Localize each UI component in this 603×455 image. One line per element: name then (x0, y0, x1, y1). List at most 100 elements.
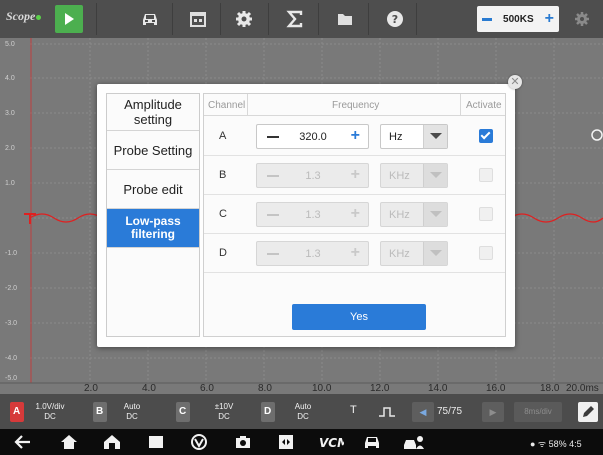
channel-d-tag[interactable]: D (261, 402, 275, 422)
play-button[interactable] (55, 5, 83, 33)
logo-dot-icon (36, 15, 42, 20)
menu-item-probe-setting[interactable]: Probe Setting (107, 131, 199, 170)
edit-button[interactable] (578, 402, 598, 422)
frequency-value[interactable]: 1.3 (285, 170, 341, 182)
channel-a-tag[interactable]: A (10, 402, 24, 422)
increase-button[interactable]: + (351, 245, 360, 261)
menu-item-label: Probe edit (123, 181, 183, 197)
header-frequency: Frequency (332, 100, 380, 111)
table-header: Channel Frequency Activate (204, 94, 505, 116)
row-divider (204, 272, 505, 273)
sigma-icon (286, 10, 303, 28)
frequency-stepper: 1.3 + (256, 163, 369, 188)
x-tick-label: 14.0 (428, 383, 448, 394)
dropdown-toggle[interactable] (423, 203, 447, 226)
increase-button[interactable]: + (351, 167, 360, 183)
rate-decrease-button[interactable] (482, 17, 492, 21)
frequency-value[interactable]: 1.3 (285, 209, 341, 221)
dropdown-toggle[interactable] (423, 164, 447, 187)
channel-label: C (219, 208, 227, 220)
frequency-value[interactable]: 320.0 (285, 131, 341, 143)
x-tick-label: 2.0 (84, 383, 98, 394)
close-dialog-button[interactable]: ✕ (508, 75, 522, 89)
decrease-button[interactable] (267, 214, 279, 216)
vehicle-button[interactable] (136, 5, 164, 33)
help-button[interactable]: ? (381, 5, 409, 33)
table-row: A 320.0 + Hz (204, 117, 505, 156)
unit-value: KHz (389, 248, 410, 260)
battery-time: 58% 4:5 (548, 439, 582, 449)
unit-select[interactable]: KHz (380, 241, 448, 266)
rate-increase-button[interactable]: + (545, 11, 554, 27)
channel-a-scale[interactable]: 1.0V/div DC (30, 402, 70, 422)
increase-button[interactable]: + (351, 206, 360, 222)
time-div-control[interactable]: 8ms/div (514, 402, 562, 422)
trigger-button[interactable]: T (350, 404, 357, 416)
header-divider (247, 94, 248, 116)
math-button[interactable] (281, 5, 309, 33)
menu-item-low-pass-filtering[interactable]: Low-pass filtering (107, 209, 199, 248)
unit-select[interactable]: KHz (380, 202, 448, 227)
vcm-icon[interactable]: VCM (318, 433, 344, 451)
channel-a-coupling: DC (44, 412, 56, 421)
vehicle-icon[interactable] (363, 433, 381, 451)
previous-page-button[interactable]: ◀ (412, 402, 434, 422)
menu-item-amplitude-setting[interactable]: Amplitude setting (107, 94, 199, 131)
sample-rate-value: 500KS (503, 13, 534, 25)
system-navigation-bar: VCM ● ᯤ 58% 4:5 (0, 429, 603, 455)
y-tick-label: -4.0 (5, 355, 18, 362)
camera-icon[interactable] (234, 433, 252, 451)
unit-select[interactable]: Hz (380, 124, 448, 149)
y-tick-label: 4.0 (5, 75, 15, 82)
caret-down-icon (430, 133, 442, 139)
activate-checkbox[interactable] (479, 207, 493, 221)
channel-d-scale[interactable]: Auto DC (283, 402, 323, 422)
activate-checkbox[interactable] (479, 129, 493, 143)
back-icon[interactable] (14, 433, 32, 451)
x-tick-label: 18.0 (540, 383, 560, 394)
settings-menu: Amplitude setting Probe Setting Probe ed… (106, 93, 200, 337)
frequency-value[interactable]: 1.3 (285, 248, 341, 260)
calendar-button[interactable] (184, 5, 212, 33)
recent-apps-icon[interactable] (147, 433, 165, 451)
settings-gear-button[interactable] (230, 5, 258, 33)
increase-button[interactable]: + (351, 128, 360, 144)
decrease-button[interactable] (267, 253, 279, 255)
folder-button[interactable] (331, 5, 359, 33)
dropdown-toggle[interactable] (423, 242, 447, 265)
channel-b-tag[interactable]: B (93, 402, 107, 422)
menu-item-probe-edit[interactable]: Probe edit (107, 170, 199, 209)
autel-home-icon[interactable] (103, 433, 121, 451)
channel-b-scale[interactable]: Auto DC (112, 402, 152, 422)
advanced-settings-button[interactable] (568, 5, 596, 33)
channel-c-scale[interactable]: ±10V DC (204, 402, 244, 422)
car-user-icon[interactable] (403, 433, 425, 451)
unit-select[interactable]: KHz (380, 163, 448, 188)
decrease-button[interactable] (267, 136, 279, 138)
yes-button[interactable]: Yes (292, 304, 426, 330)
browser-icon[interactable] (190, 433, 208, 451)
channel-label: D (219, 247, 227, 259)
y-tick-label: -2.0 (5, 285, 18, 292)
activate-checkbox[interactable] (479, 168, 493, 182)
y-tick-label: -1.0 (5, 250, 18, 257)
x-tick-label: 4.0 (142, 383, 156, 394)
screenshot-icon[interactable] (277, 433, 295, 451)
x-tick-label: 12.0 (370, 383, 390, 394)
dropdown-toggle[interactable] (423, 125, 447, 148)
calendar-icon (190, 12, 206, 27)
y-tick-label: 5.0 (5, 41, 15, 48)
home-icon[interactable] (60, 433, 78, 451)
gear-icon (236, 11, 252, 27)
next-page-button[interactable]: ▶ (482, 402, 504, 422)
channel-c-tag[interactable]: C (176, 402, 190, 422)
channel-d-coupling: DC (297, 412, 309, 421)
x-tick-label: 8.0 (258, 383, 272, 394)
caret-down-icon (430, 172, 442, 178)
trigger-edge-icon[interactable] (378, 405, 396, 419)
toolbar-divider (318, 3, 319, 35)
decrease-button[interactable] (267, 175, 279, 177)
table-row: C 1.3 + KHz (204, 195, 505, 234)
x-tick-label: 6.0 (200, 383, 214, 394)
activate-checkbox[interactable] (479, 246, 493, 260)
